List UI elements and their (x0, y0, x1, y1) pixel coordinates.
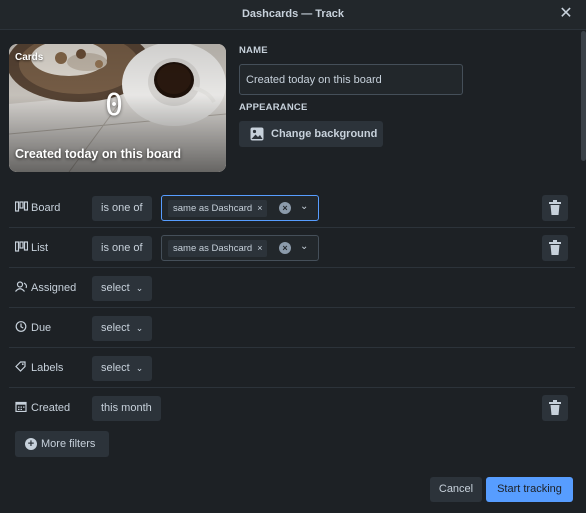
chevron-down-icon[interactable]: ⌄ (300, 201, 308, 212)
select-due[interactable]: select ⌄ (92, 316, 153, 341)
trash-icon (549, 200, 561, 215)
selected-tag: same as Dashcard × (168, 240, 268, 257)
start-tracking-button[interactable]: Start tracking (486, 477, 573, 502)
delete-filter-button[interactable] (542, 235, 568, 261)
name-label: NAME (239, 45, 268, 56)
filter-row-labels: Labels select ⌄ (9, 348, 575, 388)
select-labels[interactable]: select ⌄ (92, 356, 153, 381)
cancel-button[interactable]: Cancel (430, 477, 482, 502)
scrollbar[interactable] (581, 31, 586, 161)
operator-select-board[interactable]: is one of (92, 196, 152, 221)
filter-row-due: Due select ⌄ (9, 308, 575, 348)
chevron-down-icon: ⌄ (135, 363, 144, 373)
filter-row-list: List is one of same as Dashcard × × ⌄ (9, 228, 575, 268)
filter-row-created: Created this month (9, 388, 575, 428)
calendar-icon (15, 401, 27, 412)
clear-icon[interactable]: × (279, 242, 291, 254)
filter-label-assigned: Assigned (31, 282, 77, 294)
preview-name: Created today on this board (15, 147, 181, 161)
tag-remove-icon[interactable]: × (257, 243, 262, 253)
chevron-down-icon[interactable]: ⌄ (300, 241, 308, 252)
select-assigned[interactable]: select ⌄ (92, 276, 153, 301)
chevron-down-icon: ⌄ (135, 323, 144, 333)
plus-icon: + (25, 438, 37, 450)
trash-icon (549, 240, 561, 255)
filter-row-assigned: Assigned select ⌄ (9, 268, 575, 308)
tag-icon (15, 361, 26, 372)
change-background-button[interactable]: Change background (239, 121, 383, 147)
clear-icon[interactable]: × (279, 202, 291, 214)
filter-label-created: Created (31, 402, 71, 414)
tag-remove-icon[interactable]: × (257, 203, 262, 213)
window-title: Dashcards — Track (241, 8, 345, 20)
more-filters-label: More filters (41, 438, 96, 450)
board-icon (15, 201, 28, 212)
image-icon (250, 127, 264, 141)
name-input[interactable]: Created today on this board (239, 64, 463, 95)
multiselect-list[interactable]: same as Dashcard × × ⌄ (161, 235, 319, 261)
clock-icon (15, 321, 27, 332)
preview-cards-label: Cards (15, 52, 44, 63)
selected-tag: same as Dashcard × (168, 200, 268, 217)
close-icon[interactable]: ✕ (558, 6, 574, 22)
filter-label-due: Due (31, 322, 52, 334)
appearance-label: APPEARANCE (239, 102, 308, 113)
multiselect-board[interactable]: same as Dashcard × × ⌄ (161, 195, 319, 221)
filter-label-board: Board (31, 202, 61, 214)
delete-filter-button[interactable] (542, 395, 568, 421)
operator-select-list[interactable]: is one of (92, 236, 152, 261)
preview-count: 0 (105, 88, 124, 123)
list-icon (15, 241, 28, 252)
filter-label-labels: Labels (31, 362, 64, 374)
filter-label-list: List (31, 242, 49, 254)
select-created[interactable]: this month (92, 396, 161, 421)
chevron-down-icon: ⌄ (135, 283, 144, 293)
trash-icon (549, 400, 561, 415)
more-filters-button[interactable]: + More filters (15, 431, 109, 457)
change-background-label: Change background (271, 128, 378, 140)
people-icon (15, 281, 27, 292)
filter-row-board: Board is one of same as Dashcard × × ⌄ (9, 188, 575, 228)
title-bar: Dashcards — Track ✕ (0, 0, 586, 30)
delete-filter-button[interactable] (542, 195, 568, 221)
preview-card: Cards 0 Created today on this board (9, 44, 226, 172)
